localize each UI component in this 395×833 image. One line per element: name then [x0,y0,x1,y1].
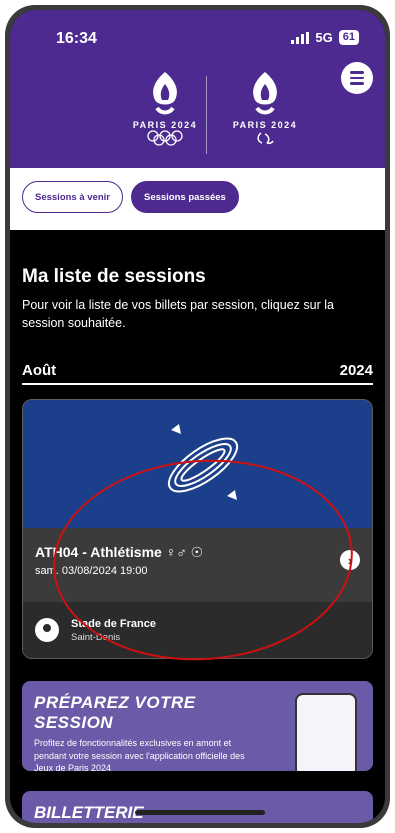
app-header: 16:34 5G 61 PARIS 2024 PARIS 2024 [10,10,385,168]
promo-banner-session[interactable]: PRÉPAREZ VOTRE SESSION Profitez de fonct… [22,681,373,771]
session-venue: Stade de France Saint-Denis [23,602,372,658]
venue-city: Saint-Denis [71,631,121,643]
promo-banner-ticketing[interactable]: BILLETTERIE [22,791,373,823]
session-date: sam. 03/08/2024 19:00 [35,565,148,577]
battery-icon: 61 [338,30,359,45]
app-screen: 16:34 5G 61 PARIS 2024 PARIS 2024 Sessio… [10,10,385,823]
session-title: ATH04 - Athlétisme ♀♂ ☉ [35,544,204,560]
month-label: Août [22,362,57,379]
logo-right-text: PARIS 2024 [232,120,298,130]
year-label: 2024 [339,362,373,379]
page-description: Pour voir la liste de vos billets par se… [22,298,334,330]
hamburger-icon [350,71,364,74]
olympic-rings-icon [147,130,183,146]
tab-upcoming-sessions[interactable]: Sessions à venir [22,181,123,213]
olympic-logo: PARIS 2024 [125,70,205,146]
phone-preview-image [295,693,357,771]
page-title: Ma liste de sessions [22,266,206,287]
chevron-right-icon[interactable]: › [340,550,360,570]
agitos-icon [257,132,274,145]
phone-frame: 16:34 5G 61 PARIS 2024 PARIS 2024 Sessio… [5,5,390,828]
promo-text: Profitez de fonctionnalités exclusives e… [34,738,245,771]
paralympic-logo: PARIS 2024 [225,70,305,146]
athletics-track-icon [167,424,239,500]
session-card-info: ATH04 - Athlétisme ♀♂ ☉ sam. 03/08/2024 … [23,528,372,602]
session-tabs: Sessions à venir Sessions passées [10,168,385,230]
session-card-banner [23,400,372,528]
network-label: 5G [315,30,333,45]
tab-past-sessions[interactable]: Sessions passées [130,181,239,213]
logo-divider [206,76,207,154]
logo-left-text: PARIS 2024 [132,120,198,130]
status-time: 16:34 [56,30,97,47]
session-card[interactable]: ATH04 - Athlétisme ♀♂ ☉ sam. 03/08/2024 … [22,399,373,659]
menu-button[interactable] [341,62,373,94]
home-indicator[interactable] [135,810,265,815]
paris-2024-logos: PARIS 2024 PARIS 2024 [10,70,385,162]
status-bar-right: 5G 61 [291,30,359,45]
signal-icon [291,31,310,44]
olympic-flame-icon [153,72,177,115]
venue-name: Stade de France [71,617,156,630]
promo-title: PRÉPAREZ VOTRE SESSION [34,693,196,732]
location-pin-icon [35,618,59,642]
main-content: Ma liste de sessions Pour voir la liste … [10,230,385,823]
paralympic-flame-icon [253,72,277,115]
month-header: Août 2024 [22,362,373,385]
